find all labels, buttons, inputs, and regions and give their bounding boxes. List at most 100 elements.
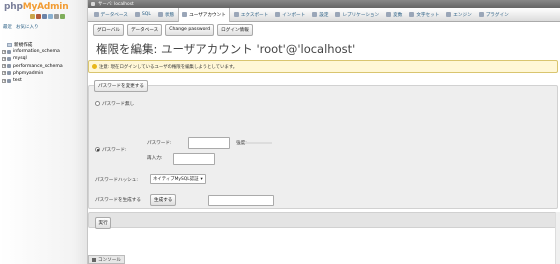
reenter-label: 再入力: bbox=[147, 156, 163, 161]
tab-sql[interactable]: SQL bbox=[131, 8, 154, 22]
subtab-change-password[interactable]: Change password bbox=[165, 24, 215, 37]
tab-label: プラグイン bbox=[485, 12, 509, 18]
nav-icon-bar bbox=[30, 14, 65, 19]
subtab-database[interactable]: データベース bbox=[126, 24, 163, 37]
database-icon bbox=[7, 64, 11, 69]
generate-password-button[interactable]: 生成する bbox=[150, 194, 177, 206]
console-label: コンソール bbox=[98, 257, 121, 263]
tree-new[interactable]: 新規作成 bbox=[2, 41, 63, 48]
tab-label: 文字セット bbox=[416, 12, 440, 18]
phpmyadmin-logo[interactable]: phpMyAdmin bbox=[4, 2, 69, 12]
scrollbar[interactable] bbox=[555, 212, 560, 264]
console-toggle[interactable]: コンソール bbox=[88, 255, 125, 264]
no-password-radio[interactable] bbox=[95, 101, 100, 106]
tab-label: レプリケーション bbox=[342, 12, 380, 18]
expand-icon[interactable]: + bbox=[2, 78, 6, 83]
password-radio[interactable] bbox=[95, 147, 100, 152]
password-input[interactable] bbox=[188, 137, 230, 149]
tab-charsets[interactable]: 文字セット bbox=[406, 8, 443, 22]
expand-icon[interactable]: + bbox=[2, 56, 6, 61]
tree-item-label: test bbox=[13, 78, 22, 84]
tab-label: SQL bbox=[141, 12, 151, 17]
sub-tabs: グローバル データベース Change password ログイン情報 bbox=[93, 24, 253, 37]
tab-label: インポート bbox=[282, 12, 306, 18]
sql-icon bbox=[134, 12, 140, 17]
wrench-icon bbox=[312, 12, 318, 17]
tab-variables[interactable]: 変数 bbox=[383, 8, 406, 22]
sql-docs-icon[interactable] bbox=[48, 14, 53, 19]
tab-replication[interactable]: レプリケーション bbox=[332, 8, 383, 22]
tab-status[interactable]: 状態 bbox=[154, 8, 177, 22]
hashing-value: ネイティブMySQL認証 bbox=[153, 177, 199, 182]
notice-icon bbox=[92, 64, 97, 69]
settings-icon[interactable] bbox=[54, 14, 59, 19]
change-password-fieldset: パスワード無し パスワード: パスワード: 強度: 再入力: パスワードハッシュ… bbox=[88, 85, 558, 209]
database-icon bbox=[7, 78, 11, 83]
main-content: グローバル データベース Change password ログイン情報 権限を編… bbox=[88, 22, 560, 264]
nav-recent-favorites: 最近 お気に入り bbox=[3, 24, 39, 30]
tree-item-mysql[interactable]: + mysql bbox=[2, 55, 63, 62]
tab-plugins[interactable]: プラグイン bbox=[475, 8, 512, 22]
expand-icon[interactable]: + bbox=[2, 49, 6, 54]
expand-icon[interactable]: + bbox=[2, 71, 6, 76]
tree-new-label: 新規作成 bbox=[14, 42, 33, 48]
home-icon[interactable] bbox=[30, 14, 35, 19]
chevron-down-icon: ▾ bbox=[200, 176, 203, 182]
strength-meter bbox=[246, 142, 272, 144]
favorites-tab[interactable]: お気に入り bbox=[16, 24, 39, 30]
status-icon bbox=[157, 12, 163, 17]
tab-export[interactable]: エクスポート bbox=[230, 8, 271, 22]
tree-item-performance-schema[interactable]: + performance_schema bbox=[2, 63, 63, 70]
database-icon bbox=[7, 49, 11, 54]
notice-text: 注意: 現在ログインしているユーザの権限を編集しようとしています。 bbox=[99, 64, 238, 70]
new-database-icon bbox=[7, 42, 12, 47]
export-icon bbox=[233, 12, 239, 17]
tab-label: 変数 bbox=[393, 12, 403, 18]
logo-myadmin: MyAdmin bbox=[22, 2, 69, 12]
tab-label: エクスポート bbox=[240, 12, 269, 18]
no-password-label: パスワード無し bbox=[102, 102, 135, 107]
tab-label: 状態 bbox=[164, 12, 175, 18]
hashing-label: パスワードハッシュ: bbox=[95, 178, 138, 183]
password-field-label: パスワード: bbox=[147, 141, 172, 146]
database-icon bbox=[7, 56, 11, 61]
tree-item-phpmyadmin[interactable]: + phpmyadmin bbox=[2, 70, 63, 77]
database-tree: 新規作成 + information_schema + mysql + perf… bbox=[2, 41, 63, 84]
tab-label: エンジン bbox=[453, 12, 472, 18]
subtab-login-information[interactable]: ログイン情報 bbox=[217, 24, 253, 37]
expand-icon[interactable]: + bbox=[2, 64, 6, 69]
navigation-panel: phpMyAdmin 最近 お気に入り 新規作成 + information_s… bbox=[0, 0, 88, 264]
reenter-input[interactable] bbox=[173, 153, 215, 165]
tree-item-label: performance_schema bbox=[13, 63, 63, 69]
database-icon bbox=[93, 12, 99, 17]
import-icon bbox=[275, 12, 281, 17]
fieldset-legend: パスワードを変更する bbox=[94, 80, 148, 92]
tab-user-accounts[interactable]: ユーザアカウント bbox=[177, 7, 231, 22]
tab-databases[interactable]: データベース bbox=[90, 8, 131, 22]
tab-settings[interactable]: 設定 bbox=[309, 8, 332, 22]
reload-icon[interactable] bbox=[60, 14, 65, 19]
logout-icon[interactable] bbox=[36, 14, 41, 19]
notice-message: 注意: 現在ログインしているユーザの権限を編集しようとしています。 bbox=[88, 60, 558, 73]
server-icon bbox=[91, 2, 95, 6]
charset-icon bbox=[409, 12, 415, 17]
subtab-global[interactable]: グローバル bbox=[93, 24, 124, 37]
go-button[interactable]: 実行 bbox=[95, 217, 112, 229]
users-icon bbox=[182, 12, 188, 17]
breadcrumb-server[interactable]: サーバ: localhost bbox=[98, 1, 134, 7]
tab-engines[interactable]: エンジン bbox=[443, 8, 475, 22]
tree-item-test[interactable]: + test bbox=[2, 77, 63, 84]
tab-import[interactable]: インポート bbox=[272, 8, 309, 22]
generated-password-input[interactable] bbox=[208, 195, 274, 206]
hashing-select[interactable]: ネイティブMySQL認証 ▾ bbox=[150, 174, 206, 184]
database-icon bbox=[7, 71, 11, 76]
docs-icon[interactable] bbox=[42, 14, 47, 19]
tree-item-label: phpmyadmin bbox=[13, 70, 44, 76]
top-menu-tabs: データベース SQL 状態 ユーザアカウント エクスポート インポート 設定 レ… bbox=[88, 7, 560, 22]
tree-item-label: mysql bbox=[13, 56, 27, 62]
recent-tab[interactable]: 最近 bbox=[3, 24, 12, 30]
logo-php: php bbox=[4, 2, 23, 12]
tree-item-information-schema[interactable]: + information_schema bbox=[2, 48, 63, 55]
console-icon bbox=[92, 257, 96, 262]
password-radio-label: パスワード: bbox=[102, 148, 127, 153]
